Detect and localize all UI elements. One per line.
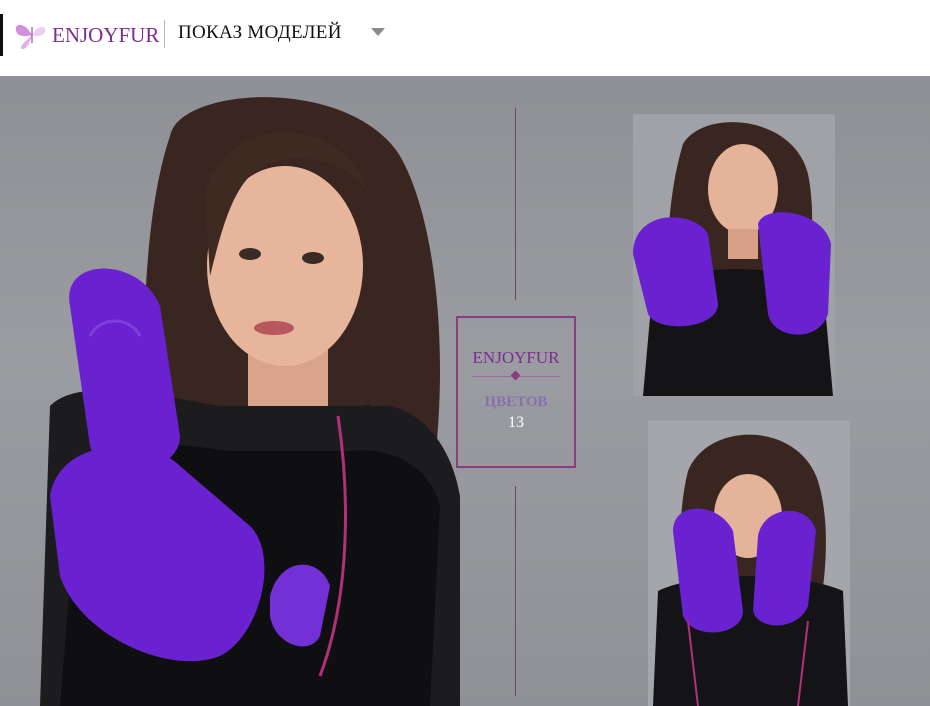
- badge-brand: ENJOYFUR: [472, 348, 560, 367]
- color-count-badge: ENJOYFUR ЦВЕТОВ 13: [456, 316, 576, 468]
- diamond-icon: [510, 370, 521, 381]
- header-divider: [164, 20, 165, 48]
- divider-line-bottom: [515, 486, 516, 696]
- caret-down-icon[interactable]: [371, 28, 385, 36]
- page-header: ENJOYFUR ПОКАЗ МОДЕЛЕЙ: [0, 0, 930, 76]
- butterfly-icon: [15, 24, 46, 50]
- model-photo-bottom-right: [648, 421, 850, 706]
- badge-label: ЦВЕТОВ: [484, 394, 548, 410]
- model-photo-main: [20, 76, 460, 706]
- model-photo-top-right: [633, 114, 835, 396]
- section-title: ПОКАЗ МОДЕЛЕЙ: [178, 22, 342, 43]
- badge-count: 13: [508, 414, 524, 431]
- showcase-banner: ENJOYFUR ЦВЕТОВ 13: [0, 76, 930, 706]
- brand-logo[interactable]: ENJOYFUR: [12, 17, 159, 51]
- logo-text: ENJOYFUR: [52, 23, 160, 47]
- header-edge-bar: [0, 14, 3, 56]
- divider-line-top: [515, 108, 516, 300]
